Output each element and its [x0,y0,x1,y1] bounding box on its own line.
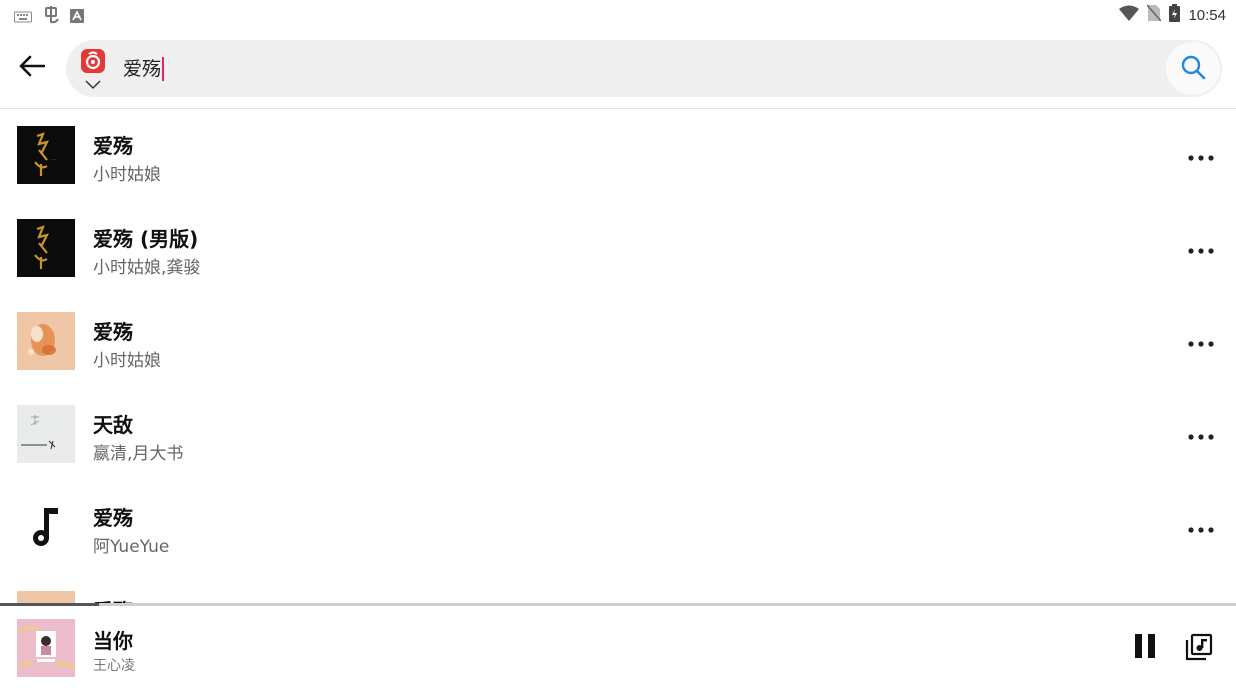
album-cover [17,498,75,556]
now-playing-title: 当你 [93,629,133,653]
more-horizontal-icon [1188,518,1214,537]
pause-button[interactable] [1130,633,1160,663]
search-bar: 爱殇 [0,34,1236,104]
arrow-left-icon [19,55,46,81]
battery-icon [1169,4,1181,26]
more-options-button[interactable] [1184,233,1218,263]
queue-music-icon [1185,633,1213,665]
no-sim-icon [1146,4,1163,26]
song-artist: 阿YueYue [93,537,170,557]
song-item[interactable]: 爱殇 小时姑娘 [0,295,1236,388]
album-cover [17,219,75,277]
bug-icon [42,6,60,28]
song-title: 爱殇 [93,595,133,603]
playlist-queue-button[interactable] [1183,633,1215,665]
song-item[interactable]: 爱殇 (男版) 小时姑娘,龚骏 [0,202,1236,295]
keyboard-icon [14,8,32,27]
song-artist: 小时姑娘,龚骏 [93,258,201,278]
album-cover: … [17,126,75,184]
song-item[interactable]: 爱殇 阿YueYue [0,481,1236,574]
song-title: 爱殇 [93,134,133,158]
pause-icon [1134,634,1156,662]
search-icon [1180,54,1206,84]
more-options-button[interactable] [1184,512,1218,542]
more-horizontal-icon [1188,146,1214,165]
svg-text:…: … [51,156,56,162]
search-input[interactable]: 爱殇 [123,57,165,81]
music-note-icon [17,508,75,556]
song-title: 爱殇 [93,320,133,344]
more-options-button[interactable] [1184,140,1218,170]
song-artist: 小时姑娘 [93,351,161,371]
song-title: 爱殇 [93,506,133,530]
song-title: 爱殇 (男版) [93,227,199,251]
playback-progress-track[interactable] [0,603,1236,606]
back-button[interactable] [14,50,50,86]
album-cover [17,405,75,463]
wifi-icon [1119,5,1140,25]
more-options-button[interactable] [1184,326,1218,356]
album-cover [17,312,75,370]
now-playing-artist: 王心凌 [93,658,135,674]
search-button[interactable] [1166,42,1220,95]
more-horizontal-icon [1188,332,1214,351]
song-item[interactable]: … 爱殇 小时姑娘 [0,109,1236,202]
playback-progress [0,603,99,606]
chevron-down-icon [85,75,101,94]
search-results-list[interactable]: … 爱殇 小时姑娘 爱殇 (男版) 小时姑娘,龚骏 爱殇 小时姑娘 天敌 嬴清, [0,109,1236,603]
a-icon [70,8,84,27]
album-cover [17,591,75,603]
now-playing-cover [17,619,75,677]
more-horizontal-icon [1188,239,1214,258]
song-artist: 嬴清,月大书 [93,444,184,464]
song-artist: 小时姑娘 [93,165,161,185]
song-item[interactable]: 天敌 嬴清,月大书 [0,388,1236,481]
now-playing-bar[interactable]: 当你 王心凌 [0,603,1236,695]
song-title: 天敌 [93,413,133,437]
more-options-button[interactable] [1184,419,1218,449]
clock-time: 10:54 [1188,6,1226,24]
music-source-selector[interactable] [80,48,106,90]
search-field[interactable]: 爱殇 [66,40,1222,97]
song-item[interactable]: 爱殇 [0,574,1236,603]
more-horizontal-icon [1188,425,1214,444]
status-bar: 10:54 [0,0,1236,30]
